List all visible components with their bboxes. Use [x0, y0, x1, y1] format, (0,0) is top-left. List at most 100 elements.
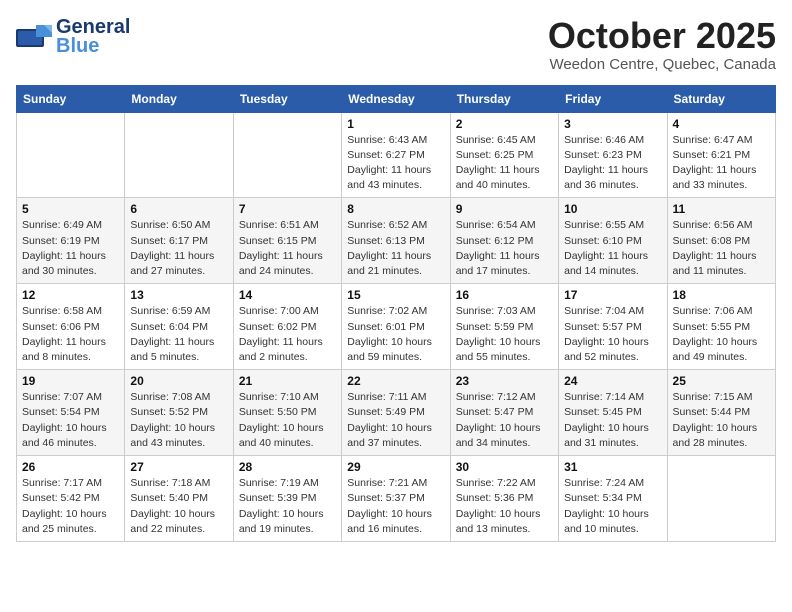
day-info: Sunrise: 6:58 AMSunset: 6:06 PMDaylight:…	[22, 304, 119, 365]
calendar-cell	[667, 456, 775, 542]
calendar-cell: 27 Sunrise: 7:18 AMSunset: 5:40 PMDayligh…	[125, 456, 233, 542]
day-number: 6	[130, 202, 227, 216]
month-title: October 2025	[548, 16, 776, 56]
day-number: 10	[564, 202, 661, 216]
calendar-cell: 31Sunrise: 7:24 AMSunset: 5:34 PMDayligh…	[559, 456, 667, 542]
calendar-cell: 6 Sunrise: 6:50 AMSunset: 6:17 PMDaylight…	[125, 198, 233, 284]
day-info: Sunrise: 7:03 AMSunset: 5:59 PMDaylight:…	[456, 304, 553, 365]
day-info: Sunrise: 7:06 AMSunset: 5:55 PMDaylight:…	[673, 304, 770, 365]
day-info: Sunrise: 6:46 AMSunset: 6:23 PMDaylight:…	[564, 133, 661, 194]
calendar-cell: 21 Sunrise: 7:10 AMSunset: 5:50 PMDayligh…	[233, 370, 341, 456]
day-info: Sunrise: 7:14 AMSunset: 5:45 PMDaylight:…	[564, 390, 661, 451]
day-info: Sunrise: 7:19 AMSunset: 5:39 PMDaylight:…	[239, 476, 336, 537]
calendar-cell: 8Sunrise: 6:52 AMSunset: 6:13 PMDaylight…	[342, 198, 450, 284]
day-number: 4	[673, 117, 770, 131]
calendar-cell: 20 Sunrise: 7:08 AMSunset: 5:52 PMDayligh…	[125, 370, 233, 456]
calendar-cell: 4 Sunrise: 6:47 AMSunset: 6:21 PMDaylight…	[667, 112, 775, 198]
calendar-cell: 19 Sunrise: 7:07 AMSunset: 5:54 PMDayligh…	[17, 370, 125, 456]
day-number: 14	[239, 288, 336, 302]
day-number: 11	[673, 202, 770, 216]
calendar-cell: 15Sunrise: 7:02 AMSunset: 6:01 PMDayligh…	[342, 284, 450, 370]
calendar-cell: 18 Sunrise: 7:06 AMSunset: 5:55 PMDayligh…	[667, 284, 775, 370]
calendar-cell	[233, 112, 341, 198]
day-number: 16	[456, 288, 553, 302]
logo-blue: Blue	[56, 35, 130, 57]
day-info: Sunrise: 7:08 AMSunset: 5:52 PMDaylight:…	[130, 390, 227, 451]
day-number: 9	[456, 202, 553, 216]
calendar-cell: 5 Sunrise: 6:49 AMSunset: 6:19 PMDaylight…	[17, 198, 125, 284]
day-number: 27	[130, 460, 227, 474]
title-block: October 2025 Weedon Centre, Quebec, Cana…	[548, 16, 776, 73]
calendar-cell: 2Sunrise: 6:45 AMSunset: 6:25 PMDaylight…	[450, 112, 558, 198]
day-number: 20	[130, 374, 227, 388]
day-number: 23	[456, 374, 553, 388]
location: Weedon Centre, Quebec, Canada	[548, 56, 776, 73]
col-header-sunday: Sunday	[17, 85, 125, 112]
day-info: Sunrise: 7:04 AMSunset: 5:57 PMDaylight:…	[564, 304, 661, 365]
day-number: 5	[22, 202, 119, 216]
day-number: 12	[22, 288, 119, 302]
day-info: Sunrise: 7:12 AMSunset: 5:47 PMDaylight:…	[456, 390, 553, 451]
day-number: 24	[564, 374, 661, 388]
calendar-cell: 7 Sunrise: 6:51 AMSunset: 6:15 PMDaylight…	[233, 198, 341, 284]
day-info: Sunrise: 7:22 AMSunset: 5:36 PMDaylight:…	[456, 476, 553, 537]
day-info: Sunrise: 6:45 AMSunset: 6:25 PMDaylight:…	[456, 133, 553, 194]
day-info: Sunrise: 6:51 AMSunset: 6:15 PMDaylight:…	[239, 218, 336, 279]
day-info: Sunrise: 7:21 AMSunset: 5:37 PMDaylight:…	[347, 476, 444, 537]
day-info: Sunrise: 6:54 AMSunset: 6:12 PMDaylight:…	[456, 218, 553, 279]
day-info: Sunrise: 7:11 AMSunset: 5:49 PMDaylight:…	[347, 390, 444, 451]
day-number: 13	[130, 288, 227, 302]
calendar-week-row: 1Sunrise: 6:43 AMSunset: 6:27 PMDaylight…	[17, 112, 776, 198]
day-number: 18	[673, 288, 770, 302]
calendar-week-row: 12 Sunrise: 6:58 AMSunset: 6:06 PMDayligh…	[17, 284, 776, 370]
calendar-week-row: 26 Sunrise: 7:17 AMSunset: 5:42 PMDayligh…	[17, 456, 776, 542]
col-header-thursday: Thursday	[450, 85, 558, 112]
calendar-cell: 11 Sunrise: 6:56 AMSunset: 6:08 PMDayligh…	[667, 198, 775, 284]
day-number: 25	[673, 374, 770, 388]
day-number: 28	[239, 460, 336, 474]
day-number: 21	[239, 374, 336, 388]
col-header-friday: Friday	[559, 85, 667, 112]
calendar-cell: 28 Sunrise: 7:19 AMSunset: 5:39 PMDayligh…	[233, 456, 341, 542]
day-number: 1	[347, 117, 444, 131]
col-header-wednesday: Wednesday	[342, 85, 450, 112]
day-number: 26	[22, 460, 119, 474]
calendar-cell: 13 Sunrise: 6:59 AMSunset: 6:04 PMDayligh…	[125, 284, 233, 370]
logo-icon	[16, 21, 52, 53]
day-number: 7	[239, 202, 336, 216]
calendar-week-row: 5 Sunrise: 6:49 AMSunset: 6:19 PMDaylight…	[17, 198, 776, 284]
calendar-cell: 22 Sunrise: 7:11 AMSunset: 5:49 PMDayligh…	[342, 370, 450, 456]
day-number: 19	[22, 374, 119, 388]
calendar-cell: 10Sunrise: 6:55 AMSunset: 6:10 PMDayligh…	[559, 198, 667, 284]
day-number: 17	[564, 288, 661, 302]
calendar-cell: 16 Sunrise: 7:03 AMSunset: 5:59 PMDayligh…	[450, 284, 558, 370]
day-info: Sunrise: 6:56 AMSunset: 6:08 PMDaylight:…	[673, 218, 770, 279]
day-number: 22	[347, 374, 444, 388]
day-info: Sunrise: 7:17 AMSunset: 5:42 PMDaylight:…	[22, 476, 119, 537]
logo: General Blue	[16, 16, 130, 57]
calendar-cell: 17 Sunrise: 7:04 AMSunset: 5:57 PMDayligh…	[559, 284, 667, 370]
calendar-week-row: 19 Sunrise: 7:07 AMSunset: 5:54 PMDayligh…	[17, 370, 776, 456]
day-info: Sunrise: 7:07 AMSunset: 5:54 PMDaylight:…	[22, 390, 119, 451]
calendar-cell: 1Sunrise: 6:43 AMSunset: 6:27 PMDaylight…	[342, 112, 450, 198]
day-number: 15	[347, 288, 444, 302]
calendar-cell: 9 Sunrise: 6:54 AMSunset: 6:12 PMDaylight…	[450, 198, 558, 284]
day-info: Sunrise: 7:10 AMSunset: 5:50 PMDaylight:…	[239, 390, 336, 451]
calendar-cell: 30Sunrise: 7:22 AMSunset: 5:36 PMDayligh…	[450, 456, 558, 542]
day-number: 8	[347, 202, 444, 216]
calendar-header-row: SundayMondayTuesdayWednesdayThursdayFrid…	[17, 85, 776, 112]
col-header-saturday: Saturday	[667, 85, 775, 112]
day-info: Sunrise: 6:59 AMSunset: 6:04 PMDaylight:…	[130, 304, 227, 365]
day-number: 29	[347, 460, 444, 474]
page-header: General Blue October 2025 Weedon Centre,…	[16, 16, 776, 73]
day-info: Sunrise: 7:00 AMSunset: 6:02 PMDaylight:…	[239, 304, 336, 365]
day-info: Sunrise: 6:49 AMSunset: 6:19 PMDaylight:…	[22, 218, 119, 279]
calendar-cell: 12 Sunrise: 6:58 AMSunset: 6:06 PMDayligh…	[17, 284, 125, 370]
day-info: Sunrise: 6:50 AMSunset: 6:17 PMDaylight:…	[130, 218, 227, 279]
day-number: 3	[564, 117, 661, 131]
col-header-monday: Monday	[125, 85, 233, 112]
calendar-table: SundayMondayTuesdayWednesdayThursdayFrid…	[16, 85, 776, 542]
day-info: Sunrise: 6:47 AMSunset: 6:21 PMDaylight:…	[673, 133, 770, 194]
day-info: Sunrise: 7:18 AMSunset: 5:40 PMDaylight:…	[130, 476, 227, 537]
calendar-cell	[125, 112, 233, 198]
